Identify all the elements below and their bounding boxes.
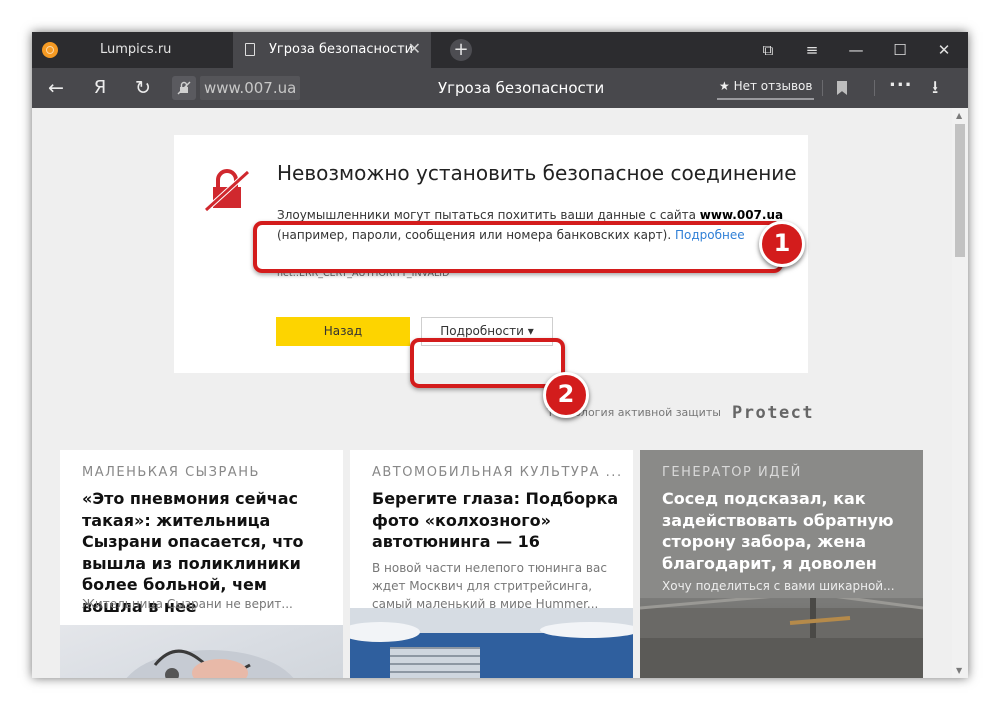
- menu-icon[interactable]: ≡: [792, 32, 832, 68]
- news-snippet: Жительница Сызрани не верит...: [82, 597, 293, 611]
- page-title: Угроза безопасности: [438, 79, 605, 97]
- scrollbar-thumb[interactable]: [955, 124, 965, 257]
- page-content: Невозможно установить безопасное соедине…: [32, 108, 952, 678]
- reviews-button[interactable]: ★ Нет отзывов: [717, 76, 815, 100]
- annotation-badge-2: 2: [543, 372, 589, 418]
- news-card[interactable]: Генератор идей Сосед подсказал, как заде…: [640, 450, 923, 678]
- news-headline[interactable]: Сосед подсказал, как задействовать обрат…: [662, 488, 912, 574]
- tab-title: Lumpics.ru: [100, 42, 172, 57]
- scroll-down-icon[interactable]: ▼: [956, 666, 962, 675]
- download-icon[interactable]: ⭳: [932, 68, 938, 108]
- broken-lock-icon: [204, 169, 250, 212]
- site-name: www.007.ua: [699, 208, 784, 222]
- new-tab-button[interactable]: +: [450, 39, 472, 61]
- divider: [822, 80, 823, 96]
- yandex-browser-logo-icon: [42, 42, 58, 58]
- news-source: Генератор идей: [662, 465, 802, 480]
- tab-title: Угроза безопасности: [269, 42, 414, 57]
- more-options-icon[interactable]: ...: [889, 70, 913, 91]
- insecure-lock-icon[interactable]: [172, 76, 196, 100]
- news-source: Автомобильная культура ...: [372, 465, 623, 480]
- scrollbar[interactable]: ▲ ▼: [952, 108, 968, 678]
- description-text: Злоумышленники могут пытаться похитить в…: [277, 208, 700, 222]
- news-snippet: В новой части нелепого тюнинга вас ждет …: [372, 561, 607, 611]
- back-arrow-icon[interactable]: ←: [40, 68, 72, 108]
- browser-window: Lumpics.ru Угроза безопасности ✕ + ⧉ ≡ —…: [32, 32, 968, 678]
- reload-icon[interactable]: ↻: [127, 68, 159, 108]
- divider: [874, 80, 875, 96]
- document-icon: [245, 43, 255, 56]
- address-bar: ← Я ↻ www.007.ua Угроза безопасности ★ Н…: [32, 68, 968, 108]
- news-card[interactable]: Автомобильная культура ... Берегите глаз…: [350, 450, 633, 678]
- highlight-details-button: [410, 338, 565, 388]
- bookmarks-icon[interactable]: ⧉: [748, 32, 788, 68]
- protect-logo: Protect: [732, 402, 815, 423]
- news-image: [640, 591, 923, 678]
- tab-security-threat[interactable]: Угроза безопасности ✕: [233, 32, 431, 68]
- highlight-error-title: [253, 221, 783, 273]
- news-card[interactable]: Маленькая Сызрань «Это пневмония сейчас …: [60, 450, 343, 678]
- bookmark-icon[interactable]: [837, 81, 847, 95]
- news-headline[interactable]: Берегите глаза: Подборка фото «колхозног…: [372, 488, 622, 553]
- back-button[interactable]: Назад: [276, 317, 410, 346]
- scroll-up-icon[interactable]: ▲: [956, 111, 962, 120]
- annotation-badge-1: 1: [759, 221, 805, 267]
- tab-close-icon[interactable]: ✕: [408, 39, 421, 58]
- news-source: Маленькая Сызрань: [82, 465, 260, 480]
- news-image: [350, 608, 633, 678]
- tab-lumpics[interactable]: Lumpics.ru: [32, 32, 232, 68]
- yandex-logo-icon[interactable]: Я: [84, 68, 116, 108]
- protect-branding: Технология активной защиты Protect: [547, 402, 814, 424]
- url-field[interactable]: www.007.ua: [200, 76, 301, 100]
- news-image: [60, 625, 343, 678]
- tab-bar: Lumpics.ru Угроза безопасности ✕ + ⧉ ≡ —…: [32, 32, 968, 68]
- close-window-button[interactable]: ✕: [924, 32, 964, 68]
- maximize-button[interactable]: ☐: [880, 32, 920, 68]
- error-title: Невозможно установить безопасное соедине…: [277, 161, 797, 185]
- minimize-button[interactable]: —: [836, 32, 876, 68]
- news-snippet: Хочу поделиться с вами шикарной...: [662, 579, 895, 593]
